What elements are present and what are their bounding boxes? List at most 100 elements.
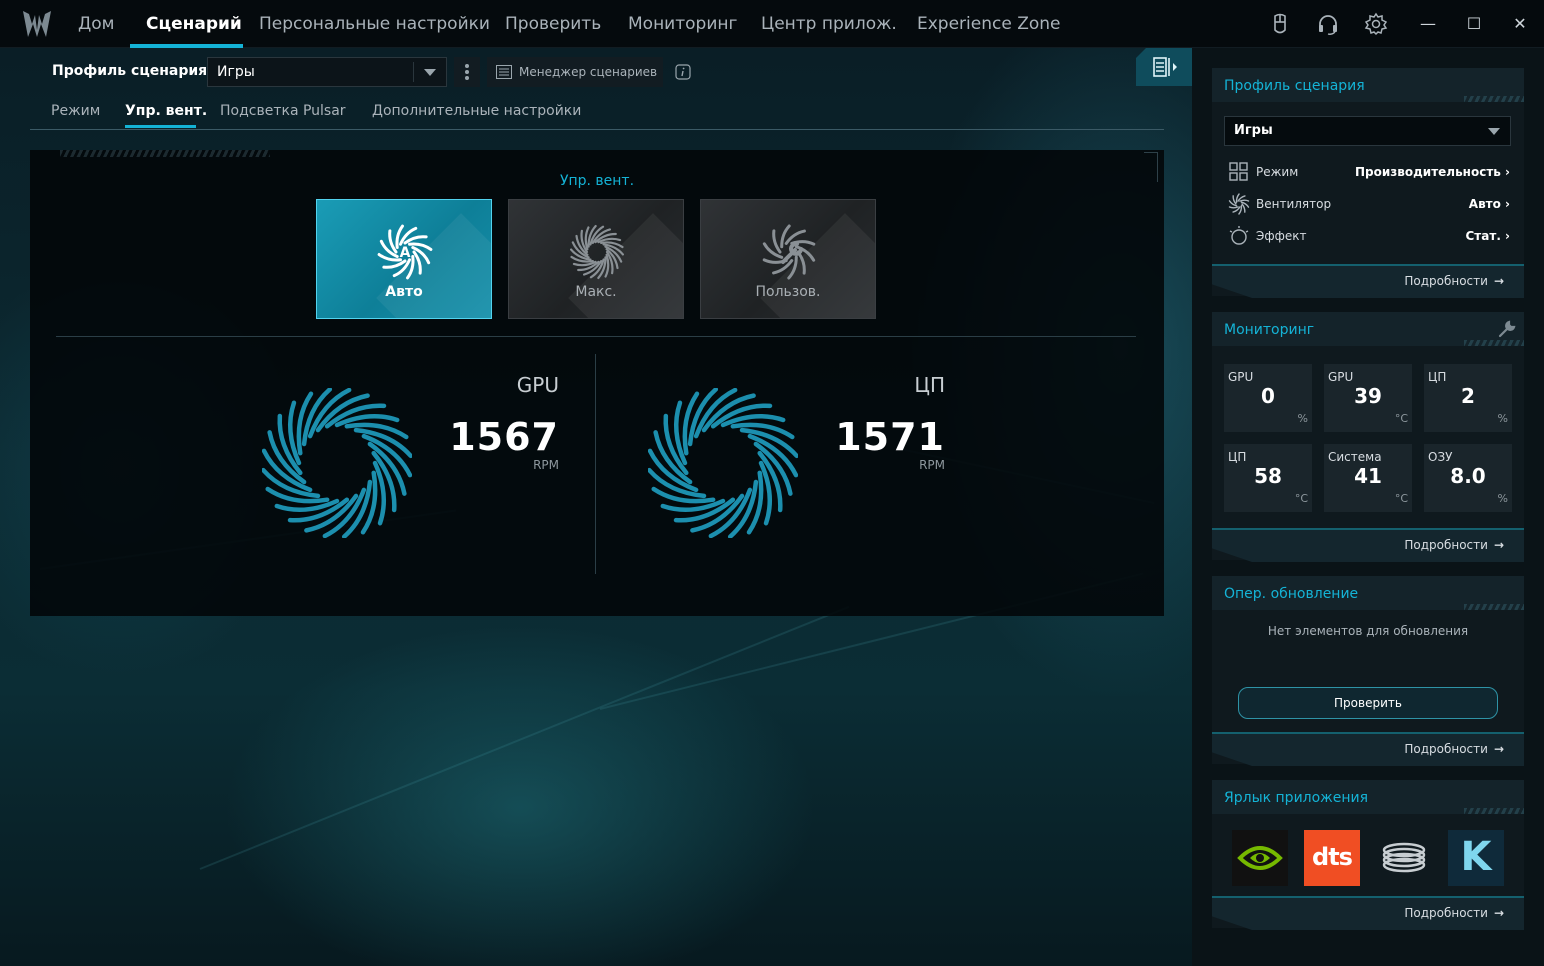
app-shortcut-card: Ярлык приложения dts K Подробности → xyxy=(1212,780,1524,930)
scenario-profile-card: Профиль сценария Игры Режим Производител… xyxy=(1212,68,1524,298)
monitor-tile-gpu-temp: GPU 39 °C xyxy=(1324,364,1412,432)
right-sidebar: Профиль сценария Игры Режим Производител… xyxy=(1192,48,1544,966)
scenario-row-effect-key: Эффект xyxy=(1256,229,1307,243)
predator-logo-icon[interactable] xyxy=(22,10,52,38)
nav-personal-settings[interactable]: Персональные настройки xyxy=(259,0,490,48)
profile-select[interactable]: Игры xyxy=(207,57,447,87)
headset-icon[interactable] xyxy=(1316,12,1340,36)
fan-auto-icon: A xyxy=(377,224,433,280)
arrow-right-icon: → xyxy=(1493,538,1504,552)
fan-mode-auto-label: Авто xyxy=(385,284,423,300)
details-label: Подробности xyxy=(1404,742,1488,756)
shortcut-card-title: Ярлык приложения xyxy=(1224,790,1369,806)
wrench-icon[interactable] xyxy=(1498,320,1516,338)
scenario-row-effect-value: Стат. xyxy=(1465,229,1501,243)
scenario-card-title: Профиль сценария xyxy=(1224,78,1365,94)
details-label: Подробности xyxy=(1404,906,1488,920)
profile-more-button[interactable] xyxy=(454,57,480,87)
collapse-sidebar-button[interactable] xyxy=(1136,48,1192,86)
list-icon xyxy=(496,65,512,79)
details-label: Подробности xyxy=(1404,274,1488,288)
fan-custom-icon xyxy=(762,224,816,280)
tab-active-indicator xyxy=(125,125,196,128)
mouse-icon[interactable] xyxy=(1268,12,1292,36)
gpu-fan-unit: RPM xyxy=(533,458,559,472)
sidebar-profile-select[interactable]: Игры xyxy=(1224,116,1511,146)
killer-logo-text: K xyxy=(1460,834,1492,880)
fan-mode-max-label: Макс. xyxy=(575,284,617,300)
profile-select-value: Игры xyxy=(217,64,255,80)
fan-mode-auto-button[interactable]: A Авто xyxy=(316,199,492,319)
killer-icon[interactable]: K xyxy=(1448,830,1504,886)
profile-label: Профиль сценария xyxy=(52,63,208,79)
scenario-row-mode-key: Режим xyxy=(1256,165,1299,179)
nav-active-indicator xyxy=(130,44,243,48)
coil-icon[interactable] xyxy=(1376,830,1432,886)
arrow-right-icon: → xyxy=(1493,274,1504,288)
nav-check[interactable]: Проверить xyxy=(505,0,601,48)
tab-pulsar-lighting[interactable]: Подсветка Pulsar xyxy=(220,103,346,119)
fan-control-panel: Упр. вент. A Авто Макс. Пользов. GPU 156… xyxy=(30,150,1164,616)
scenario-manager-label: Менеджер сценариев xyxy=(519,65,658,79)
dts-logo-text: dts xyxy=(1312,843,1353,871)
update-details-link[interactable]: Подробности → xyxy=(1212,732,1524,766)
monitor-tile-system-temp: Система 41 °C xyxy=(1324,444,1412,512)
nav-home[interactable]: Дом xyxy=(78,0,115,48)
scenario-row-fan-value: Авто xyxy=(1468,197,1501,211)
scenario-row-fan[interactable]: Вентилятор Авто › xyxy=(1228,193,1510,215)
maximize-button[interactable]: ☐ xyxy=(1462,12,1486,36)
cpu-fan-rpm: 1571 xyxy=(835,415,945,459)
tab-mode[interactable]: Режим xyxy=(51,103,100,119)
tab-advanced-settings[interactable]: Дополнительные настройки xyxy=(372,103,581,119)
nav-scenario[interactable]: Сценарий xyxy=(146,0,242,48)
cpu-fan-graphic xyxy=(648,388,798,538)
check-updates-button[interactable]: Проверить xyxy=(1238,687,1498,719)
nvidia-icon[interactable] xyxy=(1232,830,1288,886)
tabs-divider xyxy=(30,129,1164,130)
fan-mode-max-button[interactable]: Макс. xyxy=(508,199,684,319)
details-label: Подробности xyxy=(1404,538,1488,552)
minimize-button[interactable]: — xyxy=(1416,12,1440,36)
info-icon[interactable] xyxy=(675,64,691,80)
close-button[interactable]: ✕ xyxy=(1508,12,1532,36)
monitor-tile-ram-load: ОЗУ 8.0% xyxy=(1424,444,1512,512)
monitor-tile-cpu-temp: ЦП 58 °C xyxy=(1224,444,1312,512)
scenario-row-effect[interactable]: Эффект Стат. › xyxy=(1228,225,1510,247)
fan-icon xyxy=(1228,193,1250,215)
arrow-right-icon: → xyxy=(1493,906,1504,920)
fan-divider xyxy=(595,354,596,574)
gpu-fan-rpm: 1567 xyxy=(449,415,559,459)
cpu-fan-name: ЦП xyxy=(914,373,945,397)
monitoring-details-link[interactable]: Подробности → xyxy=(1212,528,1524,562)
fan-mode-custom-label: Пользов. xyxy=(755,284,821,300)
light-icon xyxy=(1229,226,1249,245)
gear-icon[interactable] xyxy=(1364,12,1388,36)
monitoring-card: Мониторинг GPU 0% GPU 39 °C ЦП 2% ЦП 58 °C Сис… xyxy=(1212,312,1524,562)
dts-icon[interactable]: dts xyxy=(1304,830,1360,886)
nav-experience-zone[interactable]: Experience Zone xyxy=(917,0,1061,48)
nav-app-center[interactable]: Центр прилож. xyxy=(761,0,897,48)
sidebar-toggle-icon xyxy=(1153,57,1177,77)
fan-mode-custom-button[interactable]: Пользов. xyxy=(700,199,876,319)
chevron-down-icon xyxy=(1488,128,1500,135)
scenario-row-mode-value: Производительность xyxy=(1355,165,1501,179)
gpu-fan-graphic xyxy=(262,388,412,538)
scenario-details-link[interactable]: Подробности → xyxy=(1212,264,1524,298)
shortcut-details-link[interactable]: Подробности → xyxy=(1212,896,1524,930)
panel-divider xyxy=(56,336,1136,337)
sidebar-profile-value: Игры xyxy=(1234,123,1273,138)
live-update-card: Опер. обновление Нет элементов для обнов… xyxy=(1212,576,1524,766)
scenario-row-fan-key: Вентилятор xyxy=(1256,197,1332,211)
monitor-tile-gpu-load: GPU 0% xyxy=(1224,364,1312,432)
arrow-right-icon: → xyxy=(1493,742,1504,756)
monitoring-card-title: Мониторинг xyxy=(1224,322,1315,338)
fan-max-icon xyxy=(570,224,624,280)
tab-fan-control[interactable]: Упр. вент. xyxy=(125,103,207,119)
grid-icon xyxy=(1229,162,1248,181)
scenario-row-mode[interactable]: Режим Производительность › xyxy=(1228,161,1510,183)
chevron-down-icon xyxy=(424,69,436,76)
nav-monitoring[interactable]: Мониторинг xyxy=(628,0,737,48)
panel-title: Упр. вент. xyxy=(559,173,635,189)
svg-text:A: A xyxy=(400,245,411,261)
scenario-manager-button[interactable]: Менеджер сценариев xyxy=(487,57,663,87)
